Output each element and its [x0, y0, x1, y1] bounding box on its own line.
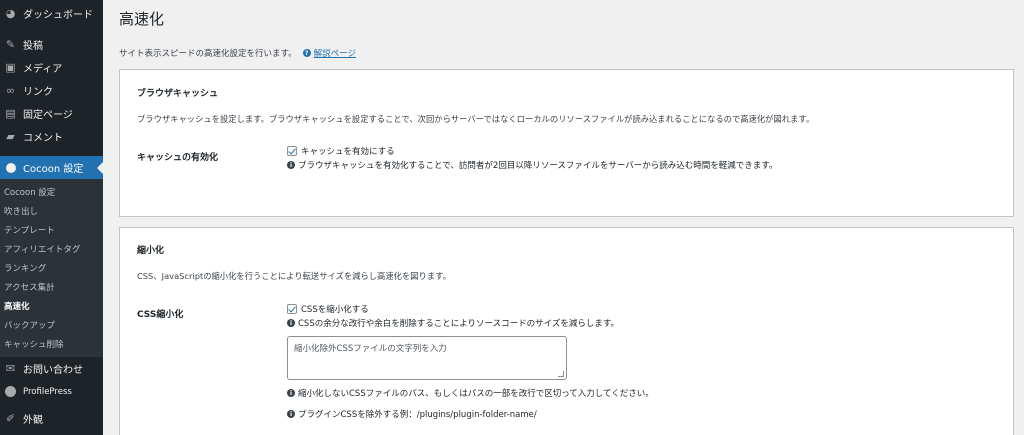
- css-minify-field: CSSを縮小化する i CSSの余分な改行や余白を削除することによりソースコード…: [287, 302, 654, 421]
- help-icon: ?: [302, 49, 311, 57]
- browser-cache-description: ブラウザキャッシュを設定します。ブラウザキャッシュを設定することで、次回からサー…: [137, 114, 815, 124]
- cache-enable-note-text: ブラウザキャッシュを有効化することで、訪問者が2回目以降リソースファイルをサーバ…: [298, 161, 778, 171]
- css-minify-label: CSS縮小化: [137, 310, 184, 320]
- sidebar-item-links[interactable]: ∞ リンク: [0, 79, 103, 102]
- comment-icon: ▰: [6, 130, 15, 143]
- css-minify-checkbox-row[interactable]: CSSを縮小化する: [287, 302, 654, 316]
- browser-cache-title: ブラウザキャッシュ: [137, 89, 219, 99]
- submenu-item-balloon[interactable]: 吹き出し: [0, 201, 103, 220]
- cocoon-icon: [4, 161, 17, 174]
- submenu-item-ranking[interactable]: ランキング: [0, 258, 103, 277]
- page-title: 高速化: [119, 10, 165, 28]
- submenu-item-cache-delete[interactable]: キャッシュ削除: [0, 334, 103, 353]
- info-icon: i: [287, 410, 295, 418]
- help-link[interactable]: 解説ページ: [314, 47, 356, 59]
- sidebar-item-label: 固定ページ: [23, 110, 73, 121]
- sidebar-item-media[interactable]: ▣ メディア: [0, 56, 103, 79]
- css-minify-checkbox[interactable]: [287, 304, 297, 314]
- sidebar-item-pages[interactable]: ▤ 固定ページ: [0, 102, 103, 125]
- sidebar-item-label: メディア: [23, 64, 63, 75]
- sidebar-item-label: ダッシュボード: [23, 10, 93, 21]
- css-exclude-placeholder: 縮小化除外CSSファイルの文字列を入力: [294, 344, 447, 354]
- profilepress-icon: [4, 385, 17, 398]
- media-icon: ▣: [5, 61, 16, 74]
- sidebar-item-label: お問い合わせ: [23, 365, 83, 376]
- sidebar-item-label: コメント: [23, 133, 63, 144]
- submenu-item-affiliate-tag[interactable]: アフィリエイトタグ: [0, 239, 103, 258]
- cocoon-submenu: Cocoon 設定 吹き出し テンプレート アフィリエイトタグ ランキング アク…: [0, 179, 103, 357]
- appearance-icon: ✐: [5, 412, 16, 425]
- sidebar-item-label: リンク: [23, 87, 53, 98]
- main-content: 高速化 サイト表示スピードの高速化設定を行います。 ? 解説ページ ブラウザキャ…: [103, 0, 1024, 435]
- sidebar-item-appearance[interactable]: ✐ 外観: [0, 407, 103, 430]
- link-icon: ∞: [5, 84, 16, 97]
- submenu-item-access-count[interactable]: アクセス集計: [0, 277, 103, 296]
- plugin-exclude-note-text: プラグインCSSを除外する例：/plugins/plugin-folder-na…: [298, 410, 537, 420]
- info-icon: i: [287, 161, 295, 169]
- page-icon: ▤: [5, 107, 16, 120]
- cache-enable-checkbox[interactable]: [287, 146, 297, 156]
- sidebar-item-label: ProfilePress: [23, 386, 72, 397]
- cache-enable-checkbox-row[interactable]: キャッシュを有効にする: [287, 144, 777, 158]
- info-icon: i: [287, 389, 295, 397]
- minify-panel: 縮小化 CSS、JavaScriptの縮小化を行うことにより転送サイズを減らし高…: [119, 227, 1014, 435]
- admin-sidebar: ◕ ダッシュボード ✎ 投稿 ▣ メディア ∞ リンク ▤ 固定ページ ▰ コメ…: [0, 0, 103, 435]
- sidebar-item-cocoon-settings[interactable]: Cocoon 設定: [0, 156, 103, 179]
- browser-cache-panel: ブラウザキャッシュ ブラウザキャッシュを設定します。ブラウザキャッシュを設定する…: [119, 69, 1014, 217]
- css-minify-checkbox-label[interactable]: CSSを縮小化する: [301, 303, 369, 315]
- submenu-item-speed-up[interactable]: 高速化: [0, 296, 103, 315]
- sidebar-item-comments[interactable]: ▰ コメント: [0, 125, 103, 148]
- minify-description: CSS、JavaScriptの縮小化を行うことにより転送サイズを減らし高速化を図…: [137, 271, 451, 281]
- pin-icon: ✎: [5, 38, 16, 51]
- minify-title: 縮小化: [137, 246, 165, 256]
- sidebar-item-profilepress[interactable]: ProfilePress: [0, 380, 103, 403]
- sidebar-item-label: 投稿: [23, 41, 43, 52]
- plugin-exclude-note: i プラグインCSSを除外する例：/plugins/plugin-folder-…: [287, 407, 654, 421]
- cache-enable-checkbox-label[interactable]: キャッシュを有効にする: [301, 145, 395, 157]
- css-exclude-note: i 縮小化しないCSSファイルのパス、もしくはパスの一部を改行で区切って入力して…: [287, 386, 654, 400]
- sidebar-item-label: Cocoon 設定: [23, 164, 84, 175]
- cache-enable-field: キャッシュを有効にする i ブラウザキャッシュを有効化することで、訪問者が2回目…: [287, 144, 777, 172]
- sidebar-item-label: 外観: [23, 415, 43, 426]
- css-minify-note: i CSSの余分な改行や余白を削除することによりソースコードのサイズを減らします…: [287, 316, 654, 330]
- submenu-item-template[interactable]: テンプレート: [0, 220, 103, 239]
- info-icon: i: [287, 319, 295, 327]
- submenu-item-cocoon-settings[interactable]: Cocoon 設定: [0, 182, 103, 201]
- sidebar-item-contact[interactable]: ✉ お問い合わせ: [0, 357, 103, 380]
- page-intro: サイト表示スピードの高速化設定を行います。 ? 解説ページ: [119, 47, 356, 59]
- css-exclude-textarea[interactable]: 縮小化除外CSSファイルの文字列を入力: [287, 336, 567, 380]
- dashboard-icon: ◕: [5, 7, 16, 20]
- sidebar-item-dashboard[interactable]: ◕ ダッシュボード: [0, 0, 103, 27]
- css-exclude-note-text: 縮小化しないCSSファイルのパス、もしくはパスの一部を改行で区切って入力してくだ…: [298, 389, 654, 399]
- submenu-item-backup[interactable]: バックアップ: [0, 315, 103, 334]
- cache-enable-note: i ブラウザキャッシュを有効化することで、訪問者が2回目以降リソースファイルをサ…: [287, 158, 777, 172]
- sidebar-item-posts[interactable]: ✎ 投稿: [0, 33, 103, 56]
- cache-enable-label: キャッシュの有効化: [137, 153, 219, 163]
- css-minify-note-text: CSSの余分な改行や余白を削除することによりソースコードのサイズを減らします。: [298, 319, 620, 329]
- resize-handle-icon[interactable]: [558, 371, 564, 377]
- mail-icon: ✉: [5, 362, 16, 375]
- intro-text: サイト表示スピードの高速化設定を行います。: [119, 49, 297, 59]
